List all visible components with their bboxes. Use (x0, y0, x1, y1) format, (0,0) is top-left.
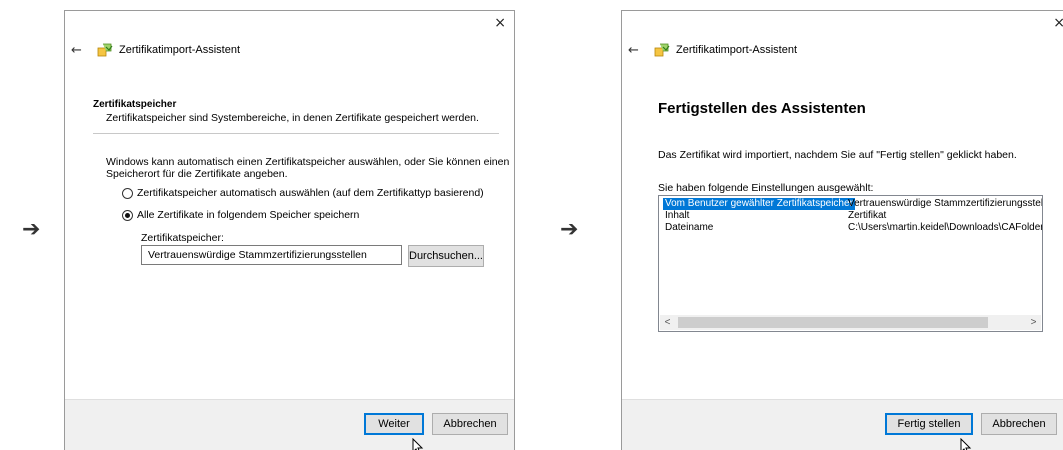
cancel-button[interactable]: Abbrechen (981, 413, 1057, 435)
radio-manual-label: Alle Zertifikate in folgendem Speicher s… (137, 209, 360, 221)
flow-arrow-1: ➔ (22, 217, 41, 242)
wizard-dialog-store: × ← Zertifikatimport-Assistent Zertifika… (64, 10, 515, 450)
wizard-footer: Weiter Abbrechen (65, 399, 514, 450)
radio-circle[interactable] (122, 187, 133, 199)
finish-heading: Fertigstellen des Assistenten (658, 100, 866, 117)
radio-auto-label: Zertifikatspeicher automatisch auswählen… (137, 187, 484, 199)
wizard-title: Zertifikatimport-Assistent (676, 44, 798, 56)
back-arrow-icon[interactable]: ← (71, 43, 97, 58)
wizard-dialog-finish: × ← Zertifikatimport-Assistent Fertigste… (621, 10, 1063, 450)
close-icon[interactable]: × (1053, 15, 1063, 31)
wizard-titlebar: ← Zertifikatimport-Assistent (71, 41, 240, 59)
intro-text: Windows kann automatisch einen Zertifika… (106, 156, 509, 180)
certificate-wizard-icon (654, 43, 670, 57)
list-item-value: Zertifikat (848, 210, 887, 221)
scroll-left-icon[interactable]: < (660, 315, 675, 330)
section-heading: Zertifikatspeicher (93, 99, 177, 110)
horizontal-scrollbar[interactable]: < > (660, 315, 1041, 330)
list-item-value: Vertrauenswürdige Stammzertifizierungsst… (848, 198, 1043, 209)
radio-manual-store[interactable]: Alle Zertifikate in folgendem Speicher s… (122, 209, 359, 221)
intro-line-2: Speicherort für die Zertifikate angeben. (106, 168, 288, 180)
radio-auto-store[interactable]: Zertifikatspeicher automatisch auswählen… (122, 187, 484, 199)
cancel-button[interactable]: Abbrechen (432, 413, 508, 435)
list-item-key: Dateiname (665, 222, 714, 233)
separator (93, 133, 499, 134)
section-description: Zertifikatspeicher sind Systembereiche, … (106, 112, 479, 124)
next-button[interactable]: Weiter (364, 413, 424, 435)
close-icon[interactable]: × (494, 15, 506, 31)
settings-listbox[interactable]: Vom Benutzer gewählter Zertifikatspeiche… (658, 195, 1043, 332)
wizard-titlebar: ← Zertifikatimport-Assistent (628, 41, 797, 59)
flow-arrow-2: ➔ (560, 217, 579, 242)
list-item-key: Vom Benutzer gewählter Zertifikatspeiche… (663, 198, 855, 210)
list-item-value: C:\Users\martin.keidel\Downloads\CAFolde… (848, 222, 1043, 233)
list-item-key: Inhalt (665, 210, 690, 221)
store-field[interactable]: Vertrauenswürdige Stammzertifizierungsst… (141, 245, 402, 265)
finish-button[interactable]: Fertig stellen (885, 413, 973, 435)
mouse-cursor-icon (412, 438, 424, 450)
radio-circle-checked[interactable] (122, 209, 133, 221)
store-label: Zertifikatspeicher: (141, 232, 224, 244)
scroll-right-icon[interactable]: > (1026, 315, 1041, 330)
list-item[interactable]: Dateiname C:\Users\martin.keidel\Downloa… (661, 222, 1042, 234)
mouse-cursor-icon (960, 438, 972, 450)
intro-line-1: Windows kann automatisch einen Zertifika… (106, 156, 510, 168)
settings-label: Sie haben folgende Einstellungen ausgewä… (658, 182, 874, 194)
back-arrow-icon[interactable]: ← (628, 43, 654, 58)
scroll-thumb[interactable] (678, 317, 988, 328)
list-item[interactable]: Vom Benutzer gewählter Zertifikatspeiche… (661, 198, 1042, 210)
wizard-title: Zertifikatimport-Assistent (119, 44, 241, 56)
certificate-wizard-icon (97, 43, 113, 57)
wizard-footer: Fertig stellen Abbrechen (622, 399, 1063, 450)
browse-button[interactable]: Durchsuchen... (408, 245, 484, 267)
list-item[interactable]: Inhalt Zertifikat (661, 210, 1042, 222)
finish-info: Das Zertifikat wird importiert, nachdem … (658, 149, 1017, 161)
